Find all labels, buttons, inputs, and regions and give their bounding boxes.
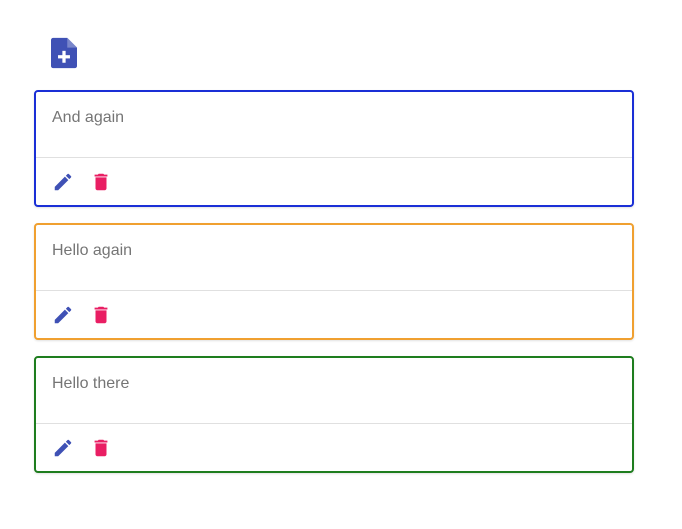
delete-button[interactable] <box>86 300 116 330</box>
delete-button[interactable] <box>86 167 116 197</box>
trash-icon <box>90 171 112 193</box>
note-card: Hello again <box>34 223 634 340</box>
note-text: And again <box>36 92 632 158</box>
trash-icon <box>90 304 112 326</box>
note-actions <box>36 158 632 205</box>
note-text: Hello again <box>36 225 632 291</box>
note-actions <box>36 424 632 471</box>
note-card: Hello there <box>34 356 634 473</box>
note-card: And again <box>34 90 634 207</box>
pencil-icon <box>52 171 74 193</box>
trash-icon <box>90 437 112 459</box>
edit-button[interactable] <box>48 300 78 330</box>
note-text: Hello there <box>36 358 632 424</box>
note-add-icon <box>51 37 77 69</box>
edit-button[interactable] <box>48 433 78 463</box>
edit-button[interactable] <box>48 167 78 197</box>
delete-button[interactable] <box>86 433 116 463</box>
notes-list: And again Hello again Hello there <box>34 90 634 489</box>
pencil-icon <box>52 437 74 459</box>
new-note-button[interactable] <box>48 36 80 70</box>
notes-page: And again Hello again Hello there <box>0 0 682 529</box>
note-actions <box>36 291 632 338</box>
pencil-icon <box>52 304 74 326</box>
